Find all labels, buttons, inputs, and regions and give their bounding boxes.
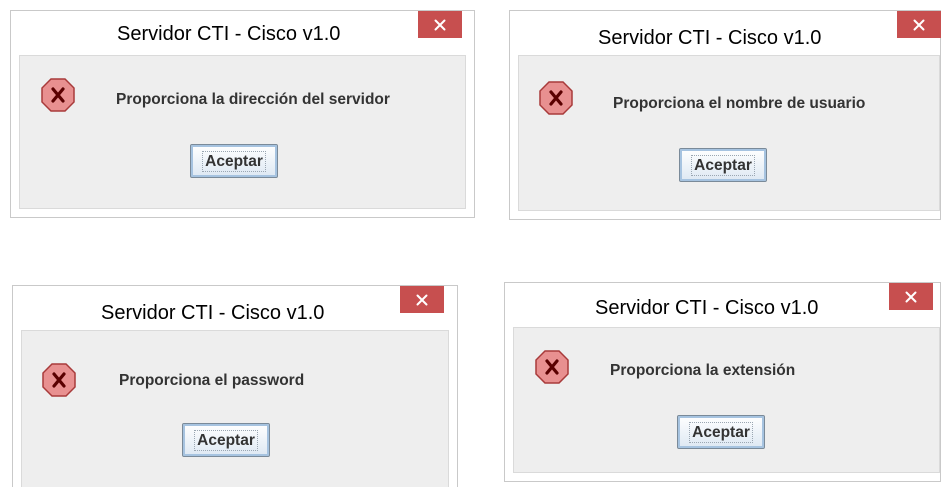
- title-bar[interactable]: Servidor CTI - Cisco v1.0: [11, 11, 474, 55]
- accept-button-label: Aceptar: [202, 150, 266, 172]
- dialog-extension: Servidor CTI - Cisco v1.0 Proporciona la…: [504, 282, 941, 482]
- accept-button[interactable]: Aceptar: [190, 144, 278, 178]
- dialog-content: Proporciona el password Aceptar: [21, 330, 449, 487]
- accept-button-label: Aceptar: [689, 421, 753, 443]
- close-button[interactable]: [400, 286, 444, 313]
- dialog-title: Servidor CTI - Cisco v1.0: [117, 23, 341, 45]
- dialog-password: Servidor CTI - Cisco v1.0 Proporciona el…: [12, 285, 458, 487]
- close-icon: [416, 294, 428, 305]
- accept-button[interactable]: Aceptar: [679, 148, 767, 182]
- accept-button-label: Aceptar: [194, 429, 258, 451]
- error-icon: [41, 78, 75, 112]
- title-bar[interactable]: Servidor CTI - Cisco v1.0: [13, 286, 457, 330]
- dialog-server-address: Servidor CTI - Cisco v1.0 Proporciona la…: [10, 10, 475, 218]
- dialog-title: Servidor CTI - Cisco v1.0: [101, 302, 325, 324]
- close-button[interactable]: [889, 283, 933, 310]
- error-message: Proporciona la extensión: [610, 362, 796, 379]
- close-button[interactable]: [897, 11, 941, 38]
- error-icon: [535, 350, 569, 384]
- error-message: Proporciona la dirección del servidor: [116, 91, 390, 108]
- error-icon: [42, 363, 76, 397]
- error-message: Proporciona el nombre de usuario: [613, 95, 866, 112]
- close-button[interactable]: [418, 11, 462, 38]
- close-icon: [905, 291, 917, 302]
- title-bar[interactable]: Servidor CTI - Cisco v1.0: [510, 11, 941, 55]
- close-icon: [434, 19, 446, 30]
- accept-button[interactable]: Aceptar: [182, 423, 270, 457]
- dialog-content: Proporciona la extensión Aceptar: [513, 327, 940, 473]
- close-icon: [913, 19, 925, 30]
- accept-button-label: Aceptar: [691, 154, 755, 176]
- dialog-content: Proporciona el nombre de usuario Aceptar: [518, 55, 940, 211]
- error-icon: [539, 81, 573, 115]
- accept-button[interactable]: Aceptar: [677, 415, 765, 449]
- dialog-username: Servidor CTI - Cisco v1.0 Proporciona el…: [509, 10, 941, 220]
- dialog-title: Servidor CTI - Cisco v1.0: [598, 27, 822, 49]
- dialog-title: Servidor CTI - Cisco v1.0: [595, 297, 819, 319]
- dialog-content: Proporciona la dirección del servidor Ac…: [19, 55, 466, 209]
- title-bar[interactable]: Servidor CTI - Cisco v1.0: [505, 283, 940, 327]
- error-message: Proporciona el password: [119, 372, 305, 389]
